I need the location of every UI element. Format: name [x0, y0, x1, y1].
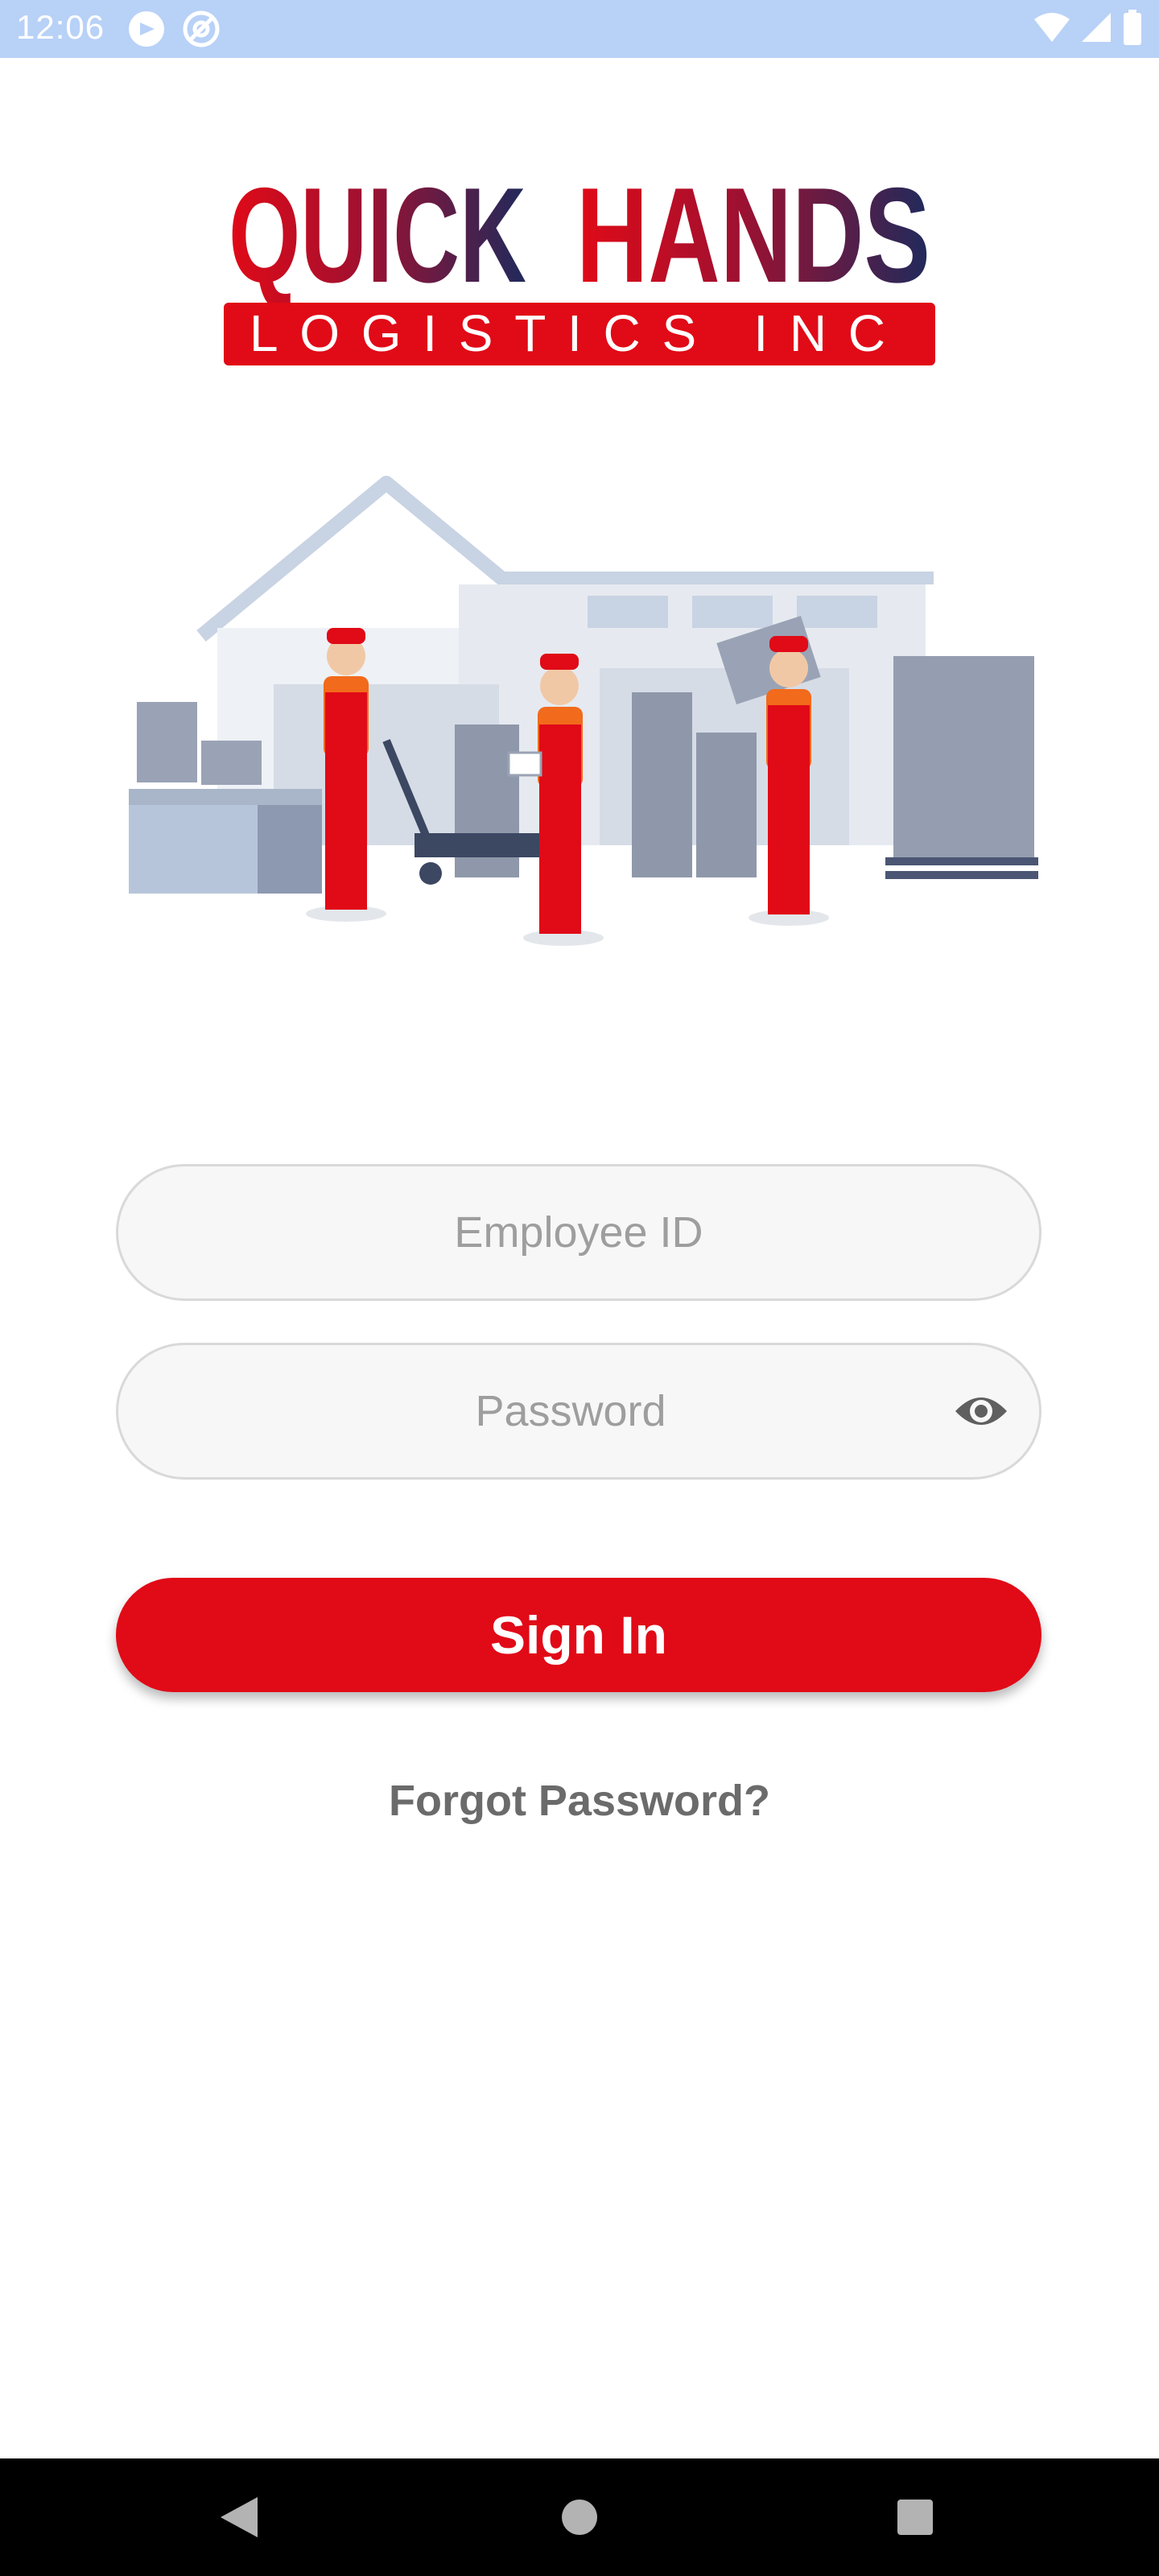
- logo-word-hands: HANDS: [576, 161, 930, 311]
- forgot-password-link[interactable]: Forgot Password?: [0, 1776, 1159, 1826]
- password-input[interactable]: [118, 1345, 1039, 1477]
- warehouse-workers-illustration: [113, 475, 1046, 958]
- sign-in-button[interactable]: Sign In: [116, 1578, 1041, 1692]
- eye-icon[interactable]: [949, 1384, 1013, 1439]
- wifi-icon: [1033, 11, 1070, 47]
- status-time: 12:06: [16, 8, 105, 46]
- employee-id-field[interactable]: [116, 1164, 1041, 1301]
- company-logo: QUICK HANDS LOGISTICS INC: [217, 159, 942, 370]
- logo-word-quick: QUICK: [229, 161, 526, 311]
- app-notification-icon: [127, 10, 166, 48]
- logo-subtitle: LOGISTICS INC: [250, 304, 909, 362]
- app-notification-icon-2: [182, 10, 221, 48]
- battery-icon: [1122, 9, 1143, 49]
- employee-id-input[interactable]: [118, 1166, 1039, 1298]
- status-indicators: [1033, 9, 1143, 49]
- home-icon[interactable]: [551, 2489, 608, 2545]
- password-field[interactable]: [116, 1343, 1041, 1480]
- back-icon[interactable]: [211, 2489, 267, 2545]
- status-bar: 12:06: [0, 0, 1159, 58]
- system-navigation-bar: [0, 2458, 1159, 2576]
- cellular-signal-icon: [1080, 11, 1112, 47]
- recents-icon[interactable]: [887, 2489, 943, 2545]
